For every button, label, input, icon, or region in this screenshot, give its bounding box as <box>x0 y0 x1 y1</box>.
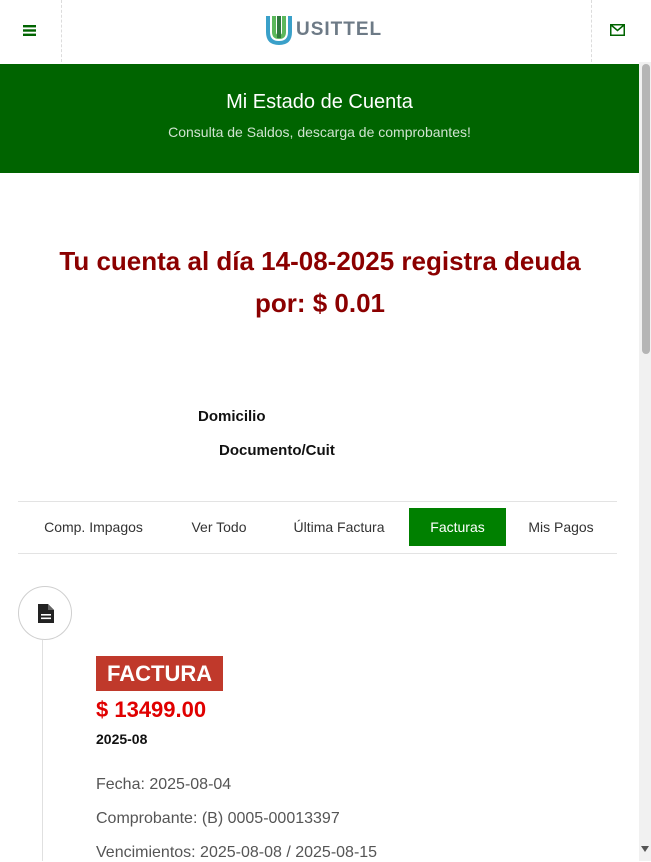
scroll-down-arrow-icon[interactable] <box>641 846 649 852</box>
tab-ultima-factura[interactable]: Última Factura <box>280 508 398 546</box>
document-icon <box>38 604 54 623</box>
invoice-due-dates: Vencimientos: 2025-08-08 / 2025-08-15 <box>96 844 378 861</box>
brand-name: USITTEL <box>296 19 383 40</box>
invoice-amount: $ 13499.00 <box>96 697 207 722</box>
hamburger-menu-icon <box>23 25 36 36</box>
invoice-type-badge: FACTURA <box>96 656 224 691</box>
invoice-period: 2025-08 <box>96 731 148 747</box>
page-title: Mi Estado de Cuenta <box>226 91 413 113</box>
debt-status-line1: Tu cuenta al día 14-08-2025 registra deu… <box>59 246 581 276</box>
debt-status-line2: por: $ 0.01 <box>254 288 386 318</box>
invoice-number: Comprobante: (B) 0005-00013397 <box>96 810 340 827</box>
brand-logo[interactable]: USITTEL <box>266 14 382 46</box>
page-subtitle: Consulta de Saldos, descarga de comproba… <box>168 124 471 140</box>
top-bar: USITTEL <box>0 0 639 62</box>
timeline-marker <box>18 586 72 640</box>
account-tabs: Comp. Impagos Ver Todo Última Factura Fa… <box>18 501 617 554</box>
tab-ver-todo[interactable]: Ver Todo <box>176 508 262 546</box>
tab-mis-pagos[interactable]: Mis Pagos <box>518 508 604 546</box>
invoice-date: Fecha: 2025-08-04 <box>96 776 232 793</box>
scrollbar-thumb[interactable] <box>642 64 650 354</box>
timeline-line <box>42 640 43 861</box>
envelope-icon <box>610 24 625 36</box>
usittel-logo-icon <box>266 16 292 46</box>
tab-comp-impagos[interactable]: Comp. Impagos <box>32 508 155 546</box>
menu-button[interactable] <box>0 0 62 62</box>
domicilio-label: Domicilio <box>198 408 266 425</box>
contact-mail-button[interactable] <box>591 0 639 62</box>
debt-status: Tu cuenta al día 14-08-2025 registra deu… <box>30 240 610 324</box>
documento-cuit-label: Documento/Cuit <box>219 442 335 459</box>
tab-facturas[interactable]: Facturas <box>409 508 506 546</box>
account-status-banner: Mi Estado de Cuenta Consulta de Saldos, … <box>0 64 639 173</box>
